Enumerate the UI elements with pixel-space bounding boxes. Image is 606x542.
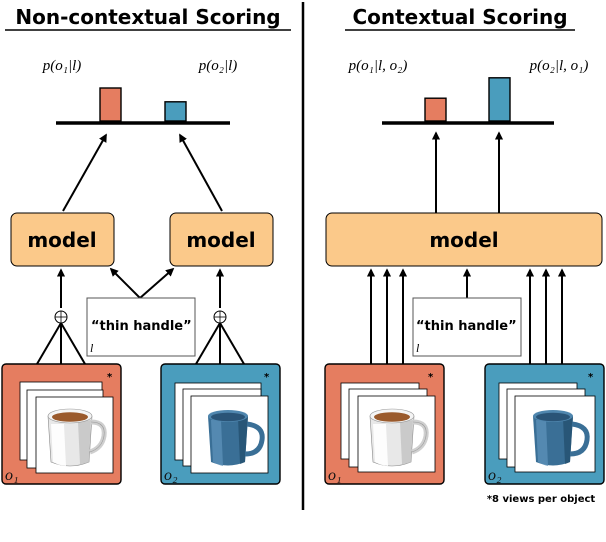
model-box-2: model: [169, 212, 274, 267]
object-label: o₂: [164, 467, 178, 484]
score-bar-chart: [382, 77, 554, 125]
view-count-marker: *: [428, 372, 434, 383]
arrow-model1-to-score: [62, 133, 107, 212]
object-card-o2: * o₂: [484, 363, 605, 485]
model-label: model: [186, 228, 255, 252]
arrow-model2-to-score: [179, 133, 223, 212]
language-text: “thin handle”: [416, 319, 517, 334]
view-count-marker: *: [107, 372, 113, 383]
score-bar-o2: [488, 77, 511, 122]
score-bar-o1: [99, 87, 122, 122]
language-box: “thin handle” l: [86, 297, 196, 357]
object-label: o₁: [5, 467, 19, 484]
score-label-o2: p(o₂|l, o₁): [529, 58, 589, 74]
diagram-canvas: Non-contextual Scoring p(o₁|l) p(o₂|l) m…: [1, 2, 605, 510]
object-card-o1: * o₁: [324, 363, 445, 485]
model-label: model: [27, 228, 96, 252]
left-panel: Non-contextual Scoring p(o₁|l) p(o₂|l) m…: [1, 5, 291, 485]
object-label: o₂: [488, 467, 502, 484]
model-box-1: model: [10, 212, 115, 267]
object-card-o2: * o₂: [160, 363, 281, 485]
model-box: model: [325, 212, 603, 267]
arrow-lang-to-model2: [139, 267, 175, 299]
view-count-marker: *: [588, 372, 594, 383]
footnote: *8 views per object: [487, 494, 596, 505]
left-panel-title: Non-contextual Scoring: [15, 5, 280, 29]
right-panel: Contextual Scoring p(o₁|l, o₂) p(o₂|l, o…: [324, 5, 605, 505]
language-text: “thin handle”: [91, 319, 192, 334]
view-count-marker: *: [264, 372, 270, 383]
score-label-o2: p(o₂|l): [198, 58, 238, 74]
score-bar-chart: [56, 87, 230, 125]
object-card-o1: * o₁: [1, 363, 122, 485]
score-label-o1: p(o₁|l): [42, 58, 82, 74]
model-label: model: [429, 228, 498, 252]
right-panel-title: Contextual Scoring: [352, 5, 567, 29]
score-bar-o2: [164, 101, 187, 122]
arrow-lang-to-model1: [109, 267, 141, 299]
language-box: “thin handle” l: [412, 297, 522, 357]
score-bar-o1: [424, 97, 447, 122]
score-label-o1: p(o₁|l, o₂): [348, 58, 408, 74]
object-label: o₁: [328, 467, 342, 484]
